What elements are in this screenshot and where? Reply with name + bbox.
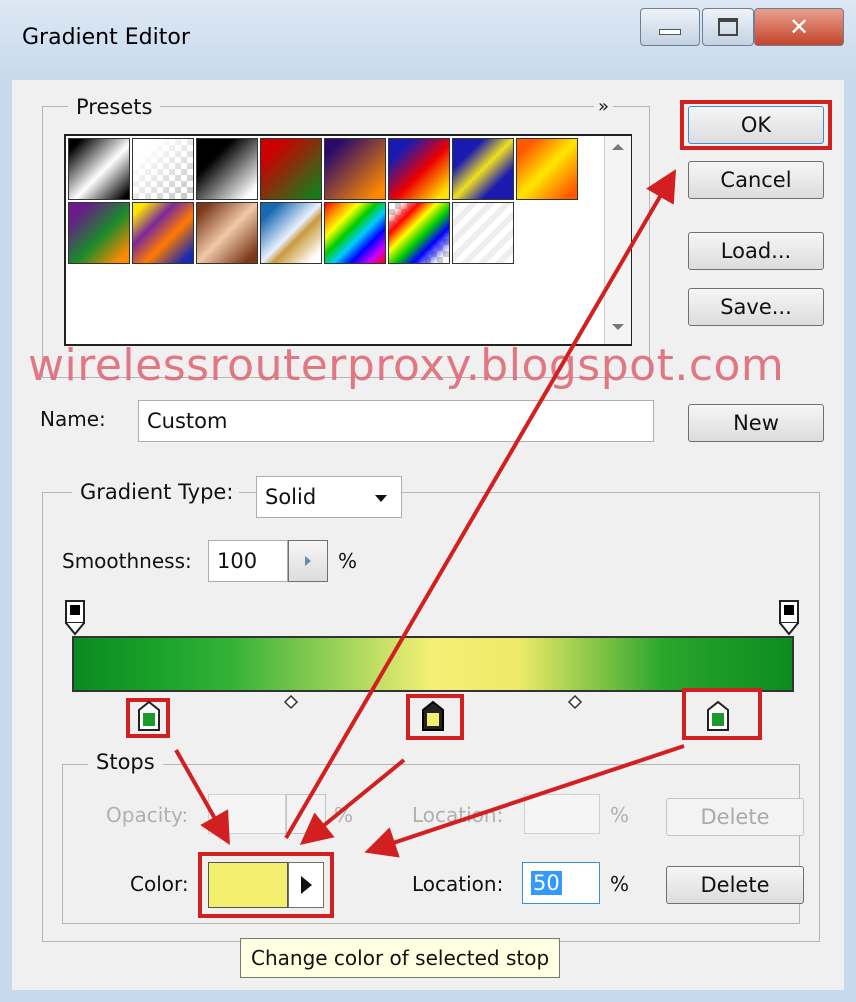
smoothness-slider-button[interactable] (288, 540, 328, 582)
opacity-location-unit: % (610, 803, 630, 827)
presets-label: Presets (68, 95, 161, 119)
preset-swatch[interactable] (132, 202, 194, 264)
color-delete-button[interactable]: Delete (666, 866, 804, 904)
presets-list[interactable] (64, 134, 632, 346)
load-button[interactable]: Load... (688, 232, 824, 270)
chevron-right-icon (300, 876, 312, 894)
new-button[interactable]: New (688, 404, 824, 442)
window-frame-bottom (0, 990, 856, 1002)
preset-swatch[interactable] (516, 138, 578, 200)
color-location-label: Location: (412, 872, 504, 896)
preset-swatch[interactable] (324, 202, 386, 264)
maximize-icon (718, 18, 738, 36)
preset-swatch[interactable] (68, 138, 130, 200)
preset-swatch[interactable] (260, 138, 322, 200)
color-stop-left[interactable] (137, 700, 161, 732)
chevron-down-icon (375, 495, 387, 502)
midpoint-diamond[interactable] (567, 694, 583, 710)
scroll-up-icon[interactable] (612, 144, 624, 150)
name-input[interactable]: Custom (138, 400, 654, 442)
opacity-delete-button[interactable]: Delete (666, 798, 804, 836)
color-location-value: 50 (531, 871, 562, 895)
opacity-stop-left[interactable] (64, 600, 88, 636)
stops-label: Stops (88, 750, 163, 774)
presets-scrollbar[interactable] (604, 136, 631, 344)
close-button[interactable]: ✕ (754, 8, 844, 46)
gradient-type-select[interactable]: Solid (256, 476, 402, 518)
minimize-icon (659, 29, 681, 35)
preset-swatch[interactable] (196, 202, 258, 264)
preset-swatch[interactable] (452, 138, 514, 200)
color-location-unit: % (610, 872, 630, 896)
preset-swatch[interactable] (260, 202, 322, 264)
maximize-button[interactable] (702, 8, 754, 46)
opacity-input[interactable] (208, 794, 286, 834)
color-swatch[interactable] (208, 862, 288, 908)
cancel-button[interactable]: Cancel (688, 161, 824, 199)
preset-swatch[interactable] (324, 138, 386, 200)
smoothness-unit: % (338, 549, 358, 573)
smoothness-label: Smoothness: (62, 549, 192, 573)
color-location-input[interactable]: 50 (522, 862, 600, 904)
minimize-button[interactable] (640, 8, 700, 46)
watermark-text: wirelessrouterproxy.blogspot.com (28, 340, 785, 391)
opacity-location-label: Location: (412, 803, 504, 827)
chevron-right-icon (305, 556, 311, 566)
preset-swatch[interactable] (452, 202, 514, 264)
window-frame-left (0, 80, 12, 1002)
opacity-unit: % (334, 803, 354, 827)
smoothness-input[interactable]: 100 (208, 540, 288, 582)
opacity-stop-right[interactable] (778, 600, 802, 636)
scroll-down-icon[interactable] (612, 324, 624, 330)
color-label: Color: (130, 872, 189, 896)
opacity-label: Opacity: (106, 803, 189, 827)
window-frame-right (844, 80, 856, 1002)
preset-swatch[interactable] (388, 138, 450, 200)
color-menu-button[interactable] (288, 862, 324, 908)
gradient-preview-bar[interactable] (72, 636, 794, 692)
save-button[interactable]: Save... (688, 288, 824, 326)
tooltip: Change color of selected stop (240, 938, 561, 978)
preset-swatch[interactable] (388, 202, 450, 264)
opacity-slider-button[interactable] (286, 794, 326, 834)
window-title: Gradient Editor (22, 25, 190, 50)
preset-swatch[interactable] (196, 138, 258, 200)
color-stop-center[interactable] (421, 700, 445, 732)
ok-button[interactable]: OK (688, 106, 824, 144)
close-icon: ✕ (788, 13, 810, 41)
preset-swatch[interactable] (132, 138, 194, 200)
gradient-type-label: Gradient Type: (72, 480, 240, 504)
midpoint-diamond[interactable] (283, 694, 299, 710)
gradient-type-value: Solid (265, 485, 317, 509)
preset-swatch[interactable] (68, 202, 130, 264)
name-label: Name: (40, 407, 106, 431)
presets-menu-icon[interactable]: » (594, 96, 614, 117)
color-stop-right[interactable] (706, 700, 730, 732)
opacity-location-input[interactable] (524, 794, 600, 834)
